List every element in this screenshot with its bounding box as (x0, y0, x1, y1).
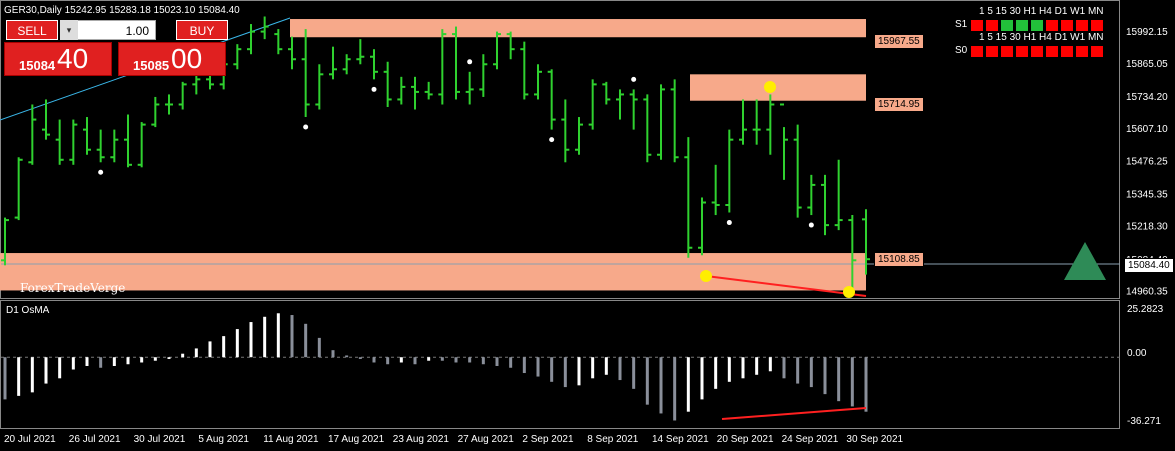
price-axis-label: 15218.30 (1126, 222, 1168, 233)
mtf-row-label: S0 (955, 45, 968, 56)
mtf-signal-cell (1061, 46, 1073, 57)
one-click-trading-panel: SELL 1.00 ▾ BUY 15084 40 15085 00 (4, 16, 228, 76)
zone-label-upper: 15967.55 (874, 34, 924, 49)
supply-demand-zone (690, 74, 866, 101)
mtf-signal-cell (1076, 20, 1088, 31)
x-tick-label: 5 Aug 2021 (198, 434, 249, 445)
x-tick-label: 2 Sep 2021 (522, 434, 574, 445)
fractal-dot (726, 220, 732, 226)
watermark: ForexTradeVerge (20, 281, 126, 295)
price-axis-label: 15476.25 (1126, 157, 1168, 168)
price-axis-label: 15865.05 (1126, 59, 1168, 70)
mtf-signal-cell (1046, 20, 1058, 31)
x-tick-label: 30 Sep 2021 (846, 434, 903, 445)
x-tick-label: 27 Aug 2021 (458, 434, 515, 445)
signal-marker (700, 270, 712, 282)
x-tick-label: 24 Sep 2021 (782, 434, 839, 445)
indicator-pane-frame (0, 300, 1120, 429)
mtf-row-label: S1 (955, 19, 968, 30)
signal-marker (843, 286, 855, 298)
fractal-dot (549, 137, 555, 143)
mtf-timeframe-header: 1 5 15 30 H1 H4 D1 W1 MN (979, 32, 1104, 43)
mtf-signal-cell (1076, 46, 1088, 57)
mtf-signal-cell (1001, 46, 1013, 57)
osma-axis-zero: 0.00 (1127, 348, 1147, 359)
sell-price-small: 15084 (19, 58, 56, 73)
x-tick-label: 30 Jul 2021 (134, 434, 186, 445)
mtf-signal-cell (1016, 20, 1028, 31)
mtf-signal-cell (971, 46, 983, 57)
x-tick-label: 20 Sep 2021 (717, 434, 774, 445)
mtf-signal-cell (1001, 20, 1013, 31)
buy-price-big: 00 (171, 43, 203, 74)
price-axis-label: 15734.20 (1126, 92, 1168, 103)
lot-arrow-icon[interactable]: ▾ (60, 20, 78, 40)
mtf-timeframe-header: 1 5 15 30 H1 H4 D1 W1 MN (979, 6, 1104, 17)
mtf-signal-cell (971, 20, 983, 31)
supply-demand-zone (0, 253, 866, 291)
mtf-signal-cell (1016, 46, 1028, 57)
mtf-signal-cell (1061, 20, 1073, 31)
mtf-signal-cell (986, 20, 998, 31)
indicator-title: D1 OsMA (6, 305, 50, 316)
fractal-dot (808, 222, 814, 228)
buy-price[interactable]: 15085 00 (118, 42, 226, 76)
mtf-signal-cell (1091, 46, 1103, 57)
symbol-info: GER30,Daily 15242.95 15283.18 15023.10 1… (4, 5, 240, 16)
fractal-dot (303, 124, 309, 130)
sell-price-big: 40 (57, 43, 89, 74)
price-axis-label: 15992.15 (1126, 27, 1168, 38)
mtf-signal-cell (1046, 46, 1058, 57)
x-tick-label: 14 Sep 2021 (652, 434, 709, 445)
fractal-dot (631, 76, 637, 82)
mtf-signal-cell (1031, 46, 1043, 57)
supply-demand-zone (290, 19, 866, 38)
fractal-dot (467, 59, 473, 65)
signal-marker (764, 81, 776, 93)
zone-label-lower: 15108.85 (874, 252, 924, 267)
sell-price[interactable]: 15084 40 (4, 42, 112, 76)
buy-button[interactable]: BUY (176, 20, 228, 40)
trend-arrow-up-icon (1064, 242, 1106, 280)
zone-label-middle: 15714.95 (874, 97, 924, 112)
osma-divergence-line (721, 407, 867, 420)
fractal-dot (371, 86, 377, 92)
mtf-signal-cell (986, 46, 998, 57)
fractal-dot (98, 169, 104, 175)
x-tick-label: 8 Sep 2021 (587, 434, 639, 445)
buy-price-small: 15085 (133, 58, 170, 73)
mtf-signal-cell (1091, 20, 1103, 31)
mtf-panel: 1 5 15 30 H1 H4 D1 W1 MN S1 1 5 15 30 H1 H… (955, 6, 1125, 66)
x-tick-label: 26 Jul 2021 (69, 434, 121, 445)
current-price-tag: 15084.40 (1124, 258, 1174, 273)
x-tick-label: 20 Jul 2021 (4, 434, 56, 445)
mtf-signal-cell (1031, 20, 1043, 31)
osma-axis-bottom: -36.271 (1127, 416, 1161, 427)
sell-button[interactable]: SELL (6, 20, 58, 40)
mt4-chart-window: 15992.15 15865.05 15734.20 15607.10 15476.25… (0, 0, 1175, 451)
price-axis-label: 15345.35 (1126, 190, 1168, 201)
osma-axis-top: 25.2823 (1127, 304, 1164, 315)
x-tick-label: 23 Aug 2021 (393, 434, 450, 445)
x-tick-label: 17 Aug 2021 (328, 434, 385, 445)
price-axis-label: 15607.10 (1126, 124, 1168, 135)
price-axis-label: 14960.35 (1126, 286, 1168, 297)
x-tick-label: 11 Aug 2021 (263, 434, 319, 445)
